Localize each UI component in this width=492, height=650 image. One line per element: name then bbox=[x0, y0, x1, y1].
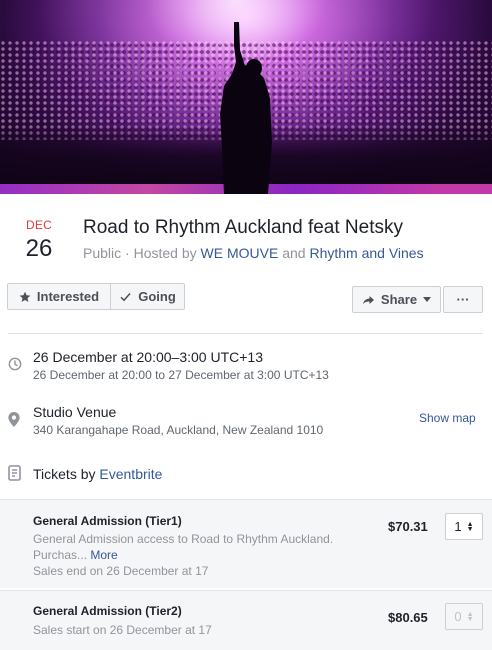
ticket-icon bbox=[8, 465, 21, 481]
event-day: 26 bbox=[25, 235, 53, 262]
interested-label: Interested bbox=[36, 289, 100, 304]
host-link-we-mouve[interactable]: WE MOUVE bbox=[201, 245, 279, 261]
show-map-link[interactable]: Show map bbox=[419, 411, 476, 425]
tier-sales-info: Sales start on 26 December at 17 bbox=[33, 623, 212, 637]
tickets-by-line: Tickets by Eventbrite bbox=[33, 466, 162, 482]
tickets-by-label: Tickets by bbox=[33, 466, 96, 482]
ticket-tier-2: General Admission (Tier2) Sales start on… bbox=[0, 590, 492, 650]
event-title: Road to Rhythm Auckland feat Netsky bbox=[83, 217, 403, 238]
performer-silhouette bbox=[220, 22, 272, 194]
and-label: and bbox=[282, 245, 306, 261]
event-cover-photo[interactable] bbox=[0, 0, 492, 194]
tier-description-line1: General Admission access to Road to Rhyt… bbox=[33, 532, 334, 546]
tier-description: General Admission access to Road to Rhyt… bbox=[33, 531, 363, 563]
tier-quantity-select[interactable]: 0 ▲ ▼ bbox=[445, 603, 483, 630]
tier-quantity-value: 1 bbox=[454, 519, 462, 534]
more-options-button[interactable]: ··· bbox=[443, 286, 483, 313]
stepper-arrows-icon: ▲ ▼ bbox=[466, 610, 474, 623]
tier-description-truncated: Purchas... bbox=[33, 548, 88, 562]
ticket-tier-1: General Admission (Tier1) General Admiss… bbox=[0, 499, 492, 588]
more-dots-icon: ··· bbox=[456, 292, 470, 307]
share-button[interactable]: Share bbox=[352, 286, 441, 313]
tier-more-link[interactable]: More bbox=[90, 548, 117, 562]
tier-name: General Admission (Tier1) bbox=[33, 514, 182, 528]
event-date-block: DEC 26 bbox=[16, 218, 62, 263]
tier-quantity-value: 0 bbox=[454, 609, 462, 624]
event-meta: Public · Hosted by WE MOUVE and Rhythm a… bbox=[83, 245, 424, 261]
share-arrow-icon bbox=[362, 295, 374, 304]
event-time[interactable]: 26 December at 20:00–3:00 UTC+13 bbox=[33, 349, 263, 365]
event-time-detail: 26 December at 20:00 to 27 December at 3… bbox=[33, 368, 329, 382]
tier-sales-info: Sales end on 26 December at 17 bbox=[33, 564, 209, 578]
eventbrite-link[interactable]: Eventbrite bbox=[99, 466, 162, 482]
event-month: DEC bbox=[26, 218, 52, 232]
hosted-by-label: Hosted by bbox=[133, 245, 197, 261]
going-label: Going bbox=[138, 289, 176, 304]
venue-name[interactable]: Studio Venue bbox=[33, 404, 116, 420]
chevron-down-icon bbox=[423, 296, 432, 302]
interested-button[interactable]: Interested bbox=[7, 283, 111, 310]
map-pin-icon bbox=[8, 412, 20, 427]
privacy-label: Public bbox=[83, 245, 122, 261]
venue-address: 340 Karangahape Road, Auckland, New Zeal… bbox=[33, 423, 324, 437]
section-divider bbox=[8, 333, 483, 334]
tier-quantity-select[interactable]: 1 ▲ ▼ bbox=[445, 513, 483, 540]
star-icon bbox=[19, 291, 31, 302]
going-button[interactable]: Going bbox=[110, 283, 185, 310]
check-icon bbox=[120, 292, 131, 301]
share-label: Share bbox=[380, 292, 418, 307]
tier-price: $80.65 bbox=[388, 610, 428, 625]
stepper-arrows-icon: ▲ ▼ bbox=[466, 520, 474, 533]
meta-separator: · bbox=[125, 245, 134, 261]
tier-name: General Admission (Tier2) bbox=[33, 604, 182, 618]
clock-icon bbox=[8, 357, 22, 371]
tier-description-line2: Purchas... More bbox=[33, 547, 363, 563]
host-link-rhythm-and-vines[interactable]: Rhythm and Vines bbox=[309, 245, 423, 261]
tier-price: $70.31 bbox=[388, 519, 428, 534]
